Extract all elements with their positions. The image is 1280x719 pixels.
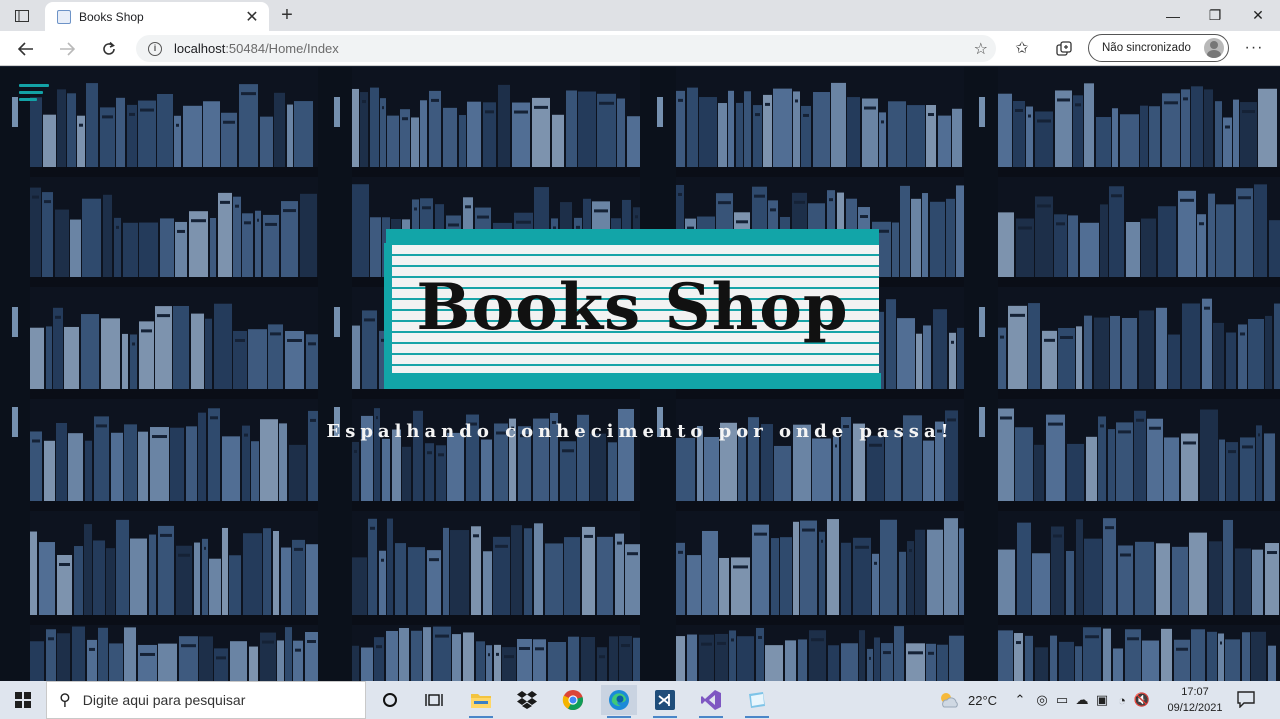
visual-studio-icon	[701, 690, 721, 710]
close-tab-icon[interactable]: ✕	[243, 7, 261, 27]
collections-icon[interactable]	[1052, 38, 1076, 60]
weather-widget[interactable]: 22°C	[938, 681, 997, 719]
site-info-icon[interactable]: i	[148, 41, 162, 56]
meet-now-icon[interactable]: ◎	[1032, 692, 1052, 708]
battery-icon[interactable]: ▭	[1052, 692, 1072, 708]
tab-actions-button[interactable]	[8, 4, 36, 28]
new-tab-button[interactable]: +	[276, 3, 298, 27]
file-explorer-button[interactable]	[463, 685, 499, 718]
search-icon: ⚲	[59, 692, 71, 709]
profile-button[interactable]: Não sincronizado	[1088, 34, 1229, 62]
url-path: :50484/Home/Index	[225, 41, 339, 56]
add-favorite-icon[interactable]: ☆	[974, 39, 988, 59]
volume-muted-icon[interactable]: 🔇	[1132, 692, 1152, 708]
cortana-button[interactable]	[372, 685, 408, 715]
url-host: localhost	[174, 41, 226, 56]
hero-tagline: Espalhando conhecimento por onde passa!	[326, 421, 954, 442]
weather-partly-cloudy-icon	[941, 693, 958, 708]
arrow-left-icon	[18, 42, 33, 56]
task-view-button[interactable]	[416, 685, 452, 715]
refresh-button[interactable]	[95, 36, 123, 62]
menu-toggle-icon[interactable]	[19, 84, 49, 106]
dropbox-button[interactable]	[509, 685, 545, 715]
task-view-icon	[425, 694, 443, 706]
notes-icon	[749, 692, 765, 708]
brand-logo: Books Shop	[384, 229, 881, 389]
tab-title: Books Shop	[79, 9, 144, 24]
taskbar-search-box[interactable]: ⚲ Digite aqui para pesquisar	[46, 681, 366, 719]
onedrive-cloud-icon[interactable]: ☁	[1072, 692, 1092, 708]
address-bar[interactable]: i localhost:50484/Home/Index ☆	[136, 35, 996, 62]
weather-temperature: 22°C	[968, 692, 998, 708]
windows-taskbar: ⚲ Digite aqui para pesquisar 22°C ⌃ ◎ ▭ …	[0, 681, 1280, 719]
avatar	[1204, 38, 1224, 58]
notes-app-button[interactable]	[739, 685, 775, 718]
start-button[interactable]	[0, 681, 46, 719]
taskbar-clock[interactable]: 17:07 09/12/2021	[1164, 684, 1226, 716]
wifi-icon[interactable]: ◔	[1112, 693, 1132, 708]
brand-title: Books Shop	[416, 270, 849, 345]
maximize-button[interactable]: ❐	[1194, 0, 1236, 31]
browser-tab-bar: Books Shop ✕ + — ❐ ✕	[0, 0, 1280, 31]
chrome-icon	[562, 690, 583, 711]
cortana-icon	[383, 693, 397, 707]
system-tray: ⌃ ◎ ▭ ☁ ▣ ◔ 🔇	[1012, 681, 1152, 719]
chrome-button[interactable]	[555, 685, 591, 715]
close-window-button[interactable]: ✕	[1237, 0, 1279, 31]
notification-speech-bubble-icon	[1237, 691, 1255, 709]
favorites-icon[interactable]: ✩	[1010, 38, 1034, 60]
browser-tab-active[interactable]: Books Shop ✕	[45, 2, 269, 31]
edge-button[interactable]	[601, 685, 637, 718]
page-content: Books Shop Espalhando conhecimento por o…	[0, 67, 1280, 681]
notifications-button[interactable]	[1236, 690, 1258, 710]
refresh-icon	[103, 41, 115, 55]
forward-button[interactable]	[53, 36, 81, 62]
windows-logo-icon	[15, 692, 31, 708]
arrow-right-icon	[60, 42, 75, 56]
minimize-button[interactable]: —	[1152, 0, 1194, 31]
vscode-button[interactable]	[647, 685, 683, 718]
edge-icon	[609, 690, 629, 710]
chevron-up-icon[interactable]: ⌃	[1012, 692, 1028, 708]
visual-studio-button[interactable]	[693, 685, 729, 718]
folder-icon	[471, 694, 491, 708]
clock-time: 17:07	[1181, 686, 1209, 698]
back-button[interactable]	[12, 36, 40, 62]
dropbox-icon	[517, 691, 537, 709]
profile-status-label: Não sincronizado	[1102, 42, 1191, 54]
display-icon[interactable]: ▣	[1092, 692, 1112, 708]
clock-date: 09/12/2021	[1167, 702, 1223, 714]
tab-actions-icon	[15, 10, 29, 22]
vscode-icon	[655, 690, 675, 710]
search-placeholder: Digite aqui para pesquisar	[82, 692, 246, 708]
browser-toolbar: i localhost:50484/Home/Index ☆ ✩ Não sin…	[0, 31, 1280, 66]
page-favicon-icon	[57, 9, 71, 24]
more-options-icon[interactable]: ···	[1240, 38, 1268, 60]
